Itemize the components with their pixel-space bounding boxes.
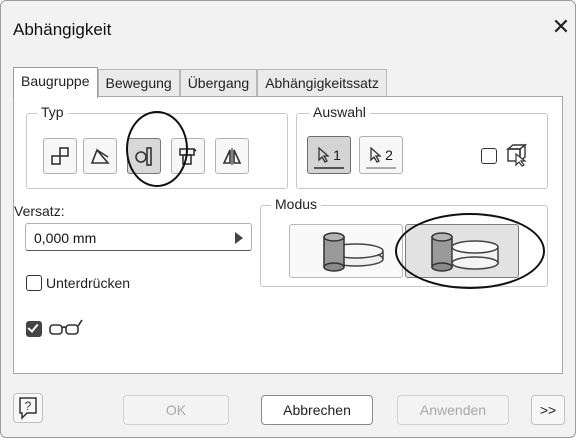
mode-group: Modus xyxy=(260,196,548,287)
preview-checkbox[interactable] xyxy=(26,321,42,337)
symmetry-icon xyxy=(222,148,242,165)
tab-assembly[interactable]: Baugruppe xyxy=(13,67,98,98)
cancel-button[interactable]: Abbrechen xyxy=(261,395,373,425)
offset-input[interactable]: 0,000 mm xyxy=(25,223,252,251)
cursor-arrow-icon xyxy=(318,147,330,163)
close-icon[interactable]: ✕ xyxy=(549,15,573,39)
selection-group: Auswahl 1 2 xyxy=(296,104,548,189)
type-group: Typ xyxy=(26,104,288,189)
angle-constraint-button[interactable] xyxy=(83,138,117,174)
dialog-title: Abhängigkeit xyxy=(13,20,112,39)
type-group-label: Typ xyxy=(37,104,68,120)
mode-inside-button[interactable] xyxy=(289,224,403,278)
ok-button[interactable]: OK xyxy=(123,395,229,425)
select-2-button[interactable]: 2 xyxy=(359,136,403,174)
tab-motion[interactable]: Bewegung xyxy=(97,69,180,97)
offset-label: Versatz: xyxy=(14,203,65,219)
insert-icon xyxy=(179,148,197,165)
help-icon: ? xyxy=(19,397,37,420)
select-1-underline xyxy=(314,167,344,169)
insert-constraint-button[interactable] xyxy=(171,138,205,174)
pick-part-first-icon xyxy=(506,143,527,167)
cursor-arrow-icon xyxy=(370,147,382,163)
tangent-constraint-button[interactable] xyxy=(127,138,161,174)
title-bar[interactable]: Abhängigkeit ✕ xyxy=(1,1,575,57)
svg-text:?: ? xyxy=(25,399,32,413)
tab-constraint-set[interactable]: Abhängigkeitssatz xyxy=(257,69,387,97)
more-button[interactable]: >> xyxy=(531,395,565,425)
constraint-dialog: Abhängigkeit ✕ Baugruppe Bewegung Überga… xyxy=(0,0,576,438)
help-button[interactable]: ? xyxy=(13,393,43,423)
mate-icon xyxy=(51,147,69,165)
tangent-icon xyxy=(135,147,152,166)
symmetry-constraint-button[interactable] xyxy=(215,138,249,174)
checkmark-icon xyxy=(27,321,39,333)
play-arrow-icon[interactable] xyxy=(235,232,243,244)
mode-outside-button[interactable] xyxy=(405,224,519,278)
selection-group-label: Auswahl xyxy=(309,104,370,120)
tangent-outside-icon xyxy=(431,232,499,272)
glasses-icon xyxy=(49,319,83,335)
select-1-label: 1 xyxy=(333,147,341,163)
select-2-label: 2 xyxy=(385,147,393,163)
suppress-checkbox[interactable] xyxy=(26,275,42,291)
select-1-button[interactable]: 1 xyxy=(307,136,351,174)
mode-group-label: Modus xyxy=(271,196,322,212)
mate-constraint-button[interactable] xyxy=(43,138,77,174)
tab-transitional[interactable]: Übergang xyxy=(179,69,258,97)
offset-value: 0,000 mm xyxy=(34,230,97,246)
pick-part-first-checkbox[interactable] xyxy=(481,148,497,164)
apply-button[interactable]: Anwenden xyxy=(397,395,509,425)
suppress-label[interactable]: Unterdrücken xyxy=(46,275,130,291)
tangent-inside-icon xyxy=(323,232,384,272)
select-2-underline xyxy=(366,167,396,169)
angle-icon xyxy=(90,148,110,164)
tab-strip: Baugruppe Bewegung Übergang Abhängigkeit… xyxy=(13,67,387,98)
